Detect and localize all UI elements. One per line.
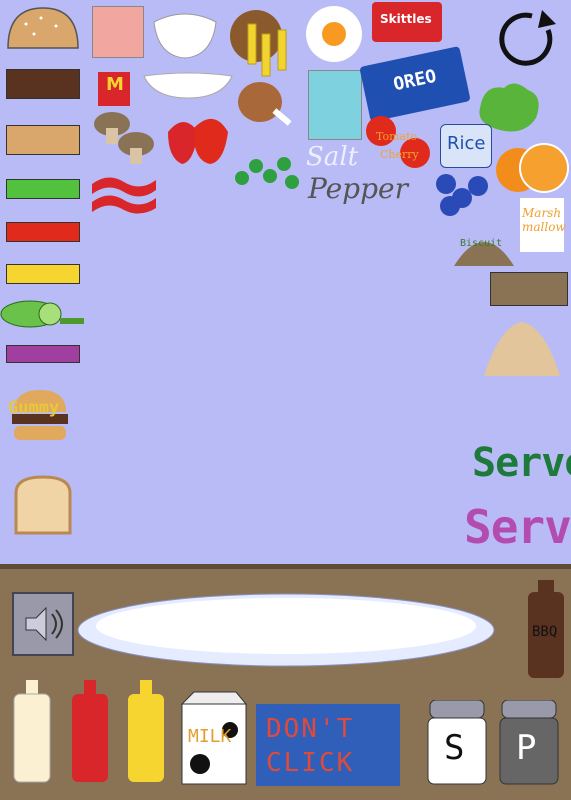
- serve-button-purple[interactable]: Serve: [464, 500, 571, 554]
- patty-bar[interactable]: [6, 69, 80, 99]
- chicken-leg[interactable]: [236, 80, 302, 140]
- plate-small[interactable]: [142, 72, 234, 100]
- peas-icon[interactable]: [232, 148, 302, 194]
- salt-shaker[interactable]: S: [426, 700, 488, 786]
- rice-label: Rice: [447, 133, 486, 154]
- oreo-label: OREO: [391, 65, 439, 96]
- pickle-icon[interactable]: [0, 298, 86, 330]
- pepper-shaker-label: P: [516, 728, 537, 768]
- egg-icon[interactable]: [306, 6, 362, 62]
- onion-bar[interactable]: [6, 345, 80, 363]
- skittles-bag[interactable]: Skittles: [372, 2, 442, 42]
- fries-potato[interactable]: [226, 6, 296, 78]
- pepper-label[interactable]: Pepper: [308, 172, 408, 205]
- reset-icon[interactable]: [498, 8, 562, 72]
- marshmallow-label: Marsh mallow: [522, 206, 566, 234]
- mcdonalds-fries[interactable]: M: [98, 72, 130, 106]
- tomato-label: Tomato: [376, 130, 418, 143]
- bowl-icon[interactable]: [152, 8, 218, 60]
- orange-icon[interactable]: [494, 140, 570, 196]
- ham-slice[interactable]: [92, 6, 144, 58]
- bacon-icon[interactable]: [88, 168, 160, 218]
- rice-bag[interactable]: Rice: [440, 124, 492, 168]
- lettuce-bar[interactable]: [6, 179, 80, 199]
- salt-shaker-label: S: [444, 728, 465, 768]
- milk-carton[interactable]: MILK: [180, 690, 248, 786]
- biscuit-pile[interactable]: Biscuit: [450, 222, 518, 268]
- brown-block[interactable]: [490, 272, 568, 306]
- bbq-bottle[interactable]: BBQ: [526, 580, 566, 680]
- burger-bun-top[interactable]: [6, 6, 80, 50]
- cheese-slice-bar[interactable]: [6, 125, 80, 155]
- nuts-pile[interactable]: [480, 316, 564, 380]
- serve-button-green[interactable]: Serve: [472, 440, 571, 486]
- mayo-bottle[interactable]: [12, 680, 52, 784]
- gummy-burger[interactable]: Gummy: [8, 388, 72, 448]
- ketchup-bottle[interactable]: [70, 680, 110, 784]
- milk-label: MILK: [188, 726, 232, 747]
- blueberries-icon[interactable]: [432, 170, 494, 218]
- gummy-label: Gummy: [8, 398, 60, 418]
- mustard-bottle[interactable]: [126, 680, 166, 784]
- mushroom-icon[interactable]: [90, 110, 160, 166]
- tomato-bar[interactable]: [6, 222, 80, 242]
- marshmallow-box[interactable]: Marsh mallow: [520, 198, 566, 252]
- speaker-icon[interactable]: [12, 592, 74, 656]
- cereal-box[interactable]: [308, 70, 362, 140]
- bbq-label: BBQ: [532, 624, 558, 640]
- pepper-shaker[interactable]: P: [498, 700, 560, 786]
- skittles-label: Skittles: [380, 12, 432, 26]
- bread-slice[interactable]: [12, 475, 74, 535]
- dont-click-button[interactable]: DON'T CLICK: [256, 704, 400, 786]
- dont-click-label: DON'T CLICK: [266, 714, 355, 778]
- serving-plate[interactable]: [76, 592, 496, 678]
- oreo-pack[interactable]: OREO: [359, 46, 471, 122]
- biscuit-label: Biscuit: [460, 238, 503, 249]
- mustard-bar[interactable]: [6, 264, 80, 284]
- strawberry-icon[interactable]: [164, 108, 230, 168]
- cherry-label: Cherry: [380, 148, 419, 161]
- salt-label[interactable]: Salt: [306, 142, 358, 172]
